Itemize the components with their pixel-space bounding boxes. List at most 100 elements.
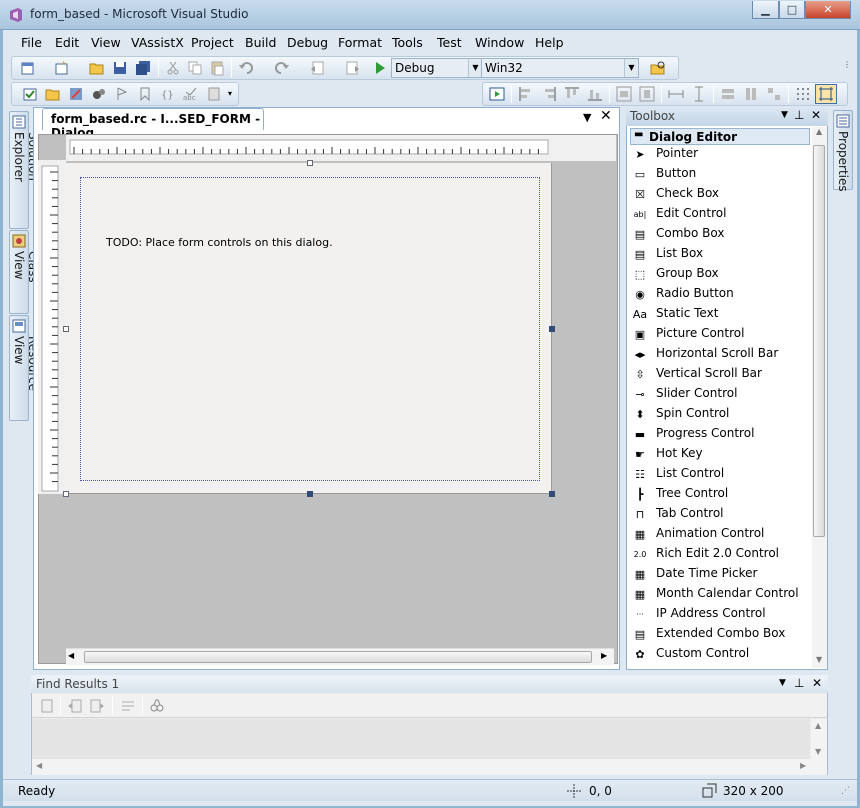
toolbox-item[interactable]: ⊓ Tab Control [632,506,808,524]
toolbar-overflow-icon[interactable]: ⋮ [843,60,851,76]
space-across-icon[interactable] [668,86,684,102]
solution-configuration-select[interactable]: Debug ▼ [391,58,483,78]
solution-platform-select[interactable]: Win32 ▼ [481,58,639,78]
scroll-right-icon[interactable]: ▶ [601,651,607,660]
close-find-results-icon[interactable]: ✕ [812,676,822,690]
test-dialog-icon[interactable] [489,86,505,102]
window-position-icon[interactable]: ▼ [781,110,788,120]
add-item-icon[interactable] [54,60,70,76]
paste-icon[interactable] [209,60,225,76]
scroll-left-icon[interactable]: ◀ [36,761,42,770]
toolbox-item[interactable]: ▤ Extended Combo Box [632,626,808,644]
space-down-icon[interactable] [691,86,707,102]
toolbox-item[interactable]: ▤ Combo Box [632,226,808,244]
align-bottoms-icon[interactable] [587,86,603,102]
undo-icon[interactable] [238,60,254,76]
find-results-hscrollbar[interactable]: ◀ ▶ [32,759,811,775]
active-files-dropdown-icon[interactable]: ▼ [583,111,591,124]
surround-icon[interactable]: {} [160,86,176,102]
toolbox-item[interactable]: ▭ Button [632,166,808,184]
menu-window[interactable]: Window [475,35,524,50]
auto-hide-pin-icon[interactable]: ⊥ [794,676,804,690]
open-file-icon[interactable] [89,60,105,76]
menu-debug[interactable]: Debug [287,35,328,50]
scroll-down-icon[interactable]: ▼ [815,747,821,756]
menu-help[interactable]: Help [535,35,564,50]
scrollbar-thumb[interactable] [84,651,592,663]
minimize-button[interactable]: ▁ [752,1,779,19]
todo-static-text[interactable]: TODO: Place form controls on this dialog… [106,236,333,249]
resize-handle[interactable] [549,326,555,332]
toolbox-item[interactable]: ▣ Picture Control [632,326,808,344]
close-document-icon[interactable]: ✕ [600,108,612,124]
toolbox-item[interactable]: Aa Static Text [632,306,808,324]
toolbox-scrollbar[interactable]: ▲ ▼ [812,127,827,668]
resize-handle[interactable] [549,491,555,497]
toolbox-item[interactable]: ┣ Tree Control [632,486,808,504]
toolbox-group-header[interactable]: ▬ Dialog Editor [630,128,810,145]
redo-icon[interactable] [274,60,290,76]
scroll-up-icon[interactable]: ▲ [815,721,821,730]
find-symbol-icon[interactable] [68,86,84,102]
copy-icon[interactable] [187,60,203,76]
tab-solution-explorer[interactable]: Solution Explorer [9,111,40,229]
go-to-location-icon[interactable] [39,698,55,714]
toolbox-item[interactable]: ⊸ Slider Control [632,386,808,404]
vertical-ruler[interactable] [38,160,66,494]
window-position-icon[interactable]: ▼ [779,678,786,688]
center-horizontal-icon[interactable] [639,86,655,102]
toolbox-item[interactable]: ☛ Hot Key [632,446,808,464]
toolbox-item[interactable]: ▦ Date Time Picker [632,566,808,584]
find-results-vscrollbar[interactable]: ▲ ▼ [811,719,827,775]
menu-edit[interactable]: Edit [55,35,79,50]
menu-vassistx[interactable]: VAssistX [131,35,184,50]
navigate-forward-icon[interactable] [344,60,360,76]
horizontal-scrollbar[interactable]: ◀ ▶ [66,648,614,665]
cut-icon[interactable] [165,60,181,76]
toolbox-item[interactable]: ▤ List Box [632,246,808,264]
open-file-in-solution-icon[interactable] [45,86,61,102]
toolbox-item[interactable]: ◂▸ Horizontal Scroll Bar [632,346,808,364]
toggle-grid-icon[interactable] [795,86,811,102]
make-same-size-icon[interactable] [766,86,782,102]
find-references-icon[interactable] [91,86,107,102]
save-icon[interactable] [112,60,128,76]
spell-check-icon[interactable]: abc [183,86,199,102]
paste-history-icon[interactable] [206,86,222,102]
resize-grip-icon[interactable]: ⋰ [841,786,850,796]
start-debugging-icon[interactable] [372,60,388,76]
scroll-left-icon[interactable]: ◀ [68,651,74,660]
toolbox-item[interactable]: ▦ Animation Control [632,526,808,544]
tab-resource-view[interactable]: Resource View [9,315,40,421]
close-toolbox-icon[interactable]: ✕ [811,108,821,122]
menu-build[interactable]: Build [245,35,276,50]
maximize-button[interactable]: □ [779,1,805,19]
scroll-down-icon[interactable]: ▼ [816,655,822,664]
center-vertical-icon[interactable] [616,86,632,102]
toolbox-item[interactable]: ⬍ Spin Control [632,406,808,424]
menu-test[interactable]: Test [437,35,462,50]
horizontal-ruler[interactable] [66,135,616,161]
toolbox-item[interactable]: ✿ Custom Control [632,646,808,664]
align-lefts-icon[interactable] [518,86,534,102]
align-rights-icon[interactable] [541,86,557,102]
save-all-icon[interactable] [135,60,151,76]
resize-handle[interactable] [307,491,313,497]
auto-hide-pin-icon[interactable]: ⊥ [794,108,804,122]
menu-project[interactable]: Project [191,35,234,50]
toggle-guides-button[interactable] [815,84,837,104]
vassistx-check-icon[interactable] [22,86,38,102]
scroll-right-icon[interactable]: ▶ [800,761,806,770]
menu-tools[interactable]: Tools [392,35,423,50]
tab-properties[interactable]: Properties [833,110,853,192]
goto-icon[interactable] [114,86,130,102]
previous-result-icon[interactable] [67,698,83,714]
new-project-icon[interactable] [20,60,36,76]
close-button[interactable]: ✕ [805,1,851,19]
align-tops-icon[interactable] [564,86,580,102]
toolbox-item[interactable]: ☒ Check Box [632,186,808,204]
make-same-height-icon[interactable] [743,86,759,102]
find-in-files-icon[interactable] [650,60,666,76]
toolbox-item[interactable]: ⇳ Vertical Scroll Bar [632,366,808,384]
make-same-width-icon[interactable] [720,86,736,102]
